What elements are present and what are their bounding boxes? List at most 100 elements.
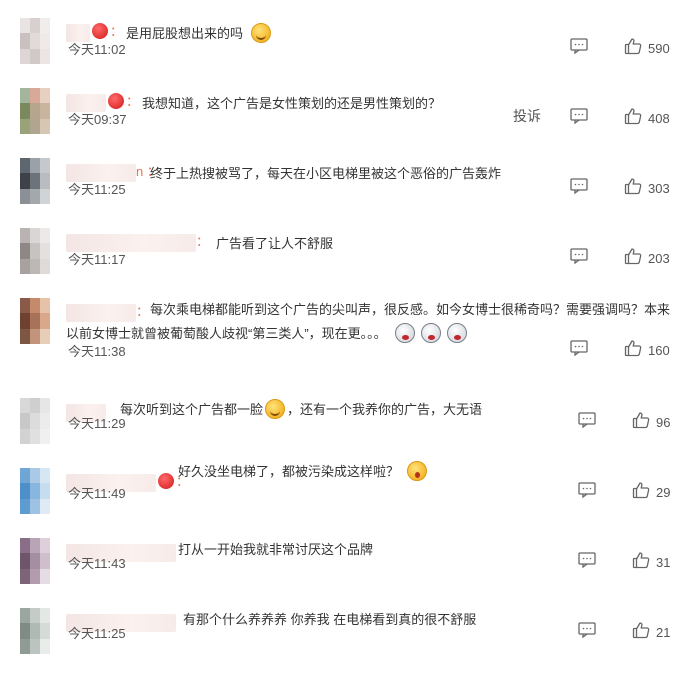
face-emoji-icon — [407, 461, 428, 481]
like-count: 590 — [648, 40, 670, 56]
thumbs-up-icon — [624, 107, 642, 130]
comment-text: 每次乘电梯都能听到这个广告的尖叫声，很反感。如今女博士很稀奇吗？需要强调吗？本来… — [66, 298, 686, 346]
username-blurred[interactable] — [66, 93, 106, 112]
comment-text-b: ，还有一个我养你的广告，大无语 — [287, 402, 483, 417]
avatar[interactable] — [20, 538, 50, 584]
comment-text-a: 我想知道，这个广告是女性策划的还是男性策划的？ — [142, 96, 442, 111]
comment-bubble-icon[interactable] — [578, 412, 596, 429]
avatar[interactable] — [20, 18, 50, 64]
comment-text: 打从一开始我就非常讨厌这个品牌 — [178, 538, 373, 562]
like-count: 160 — [648, 342, 670, 358]
comment-text: 好久没坐电梯了，都被污染成这样啦？ — [178, 460, 429, 484]
avatar[interactable] — [20, 158, 50, 204]
comment-bubble-icon[interactable] — [578, 482, 596, 499]
comment-bubble-icon[interactable] — [578, 622, 596, 639]
comment-list: ：是用屁股想出来的吗 今天11:02 590：我想知道，这个广告是女性策划的还是男性… — [0, 0, 700, 665]
comment-text-a: 每次听到这个广告都一脸 — [120, 402, 264, 417]
comment-time: 今天11:49 — [68, 486, 126, 501]
comment-text-a: 有那个什么养养养 你养我 在电梯看到真的很不舒服 — [183, 612, 477, 627]
like-count: 408 — [648, 110, 670, 126]
avatar[interactable] — [20, 228, 50, 274]
like-button[interactable]: 408 — [624, 107, 670, 130]
thumbs-up-icon — [624, 339, 642, 362]
comment-item: 每次听到这个广告都一脸 ，还有一个我养你的广告，大无语今天11:29 96 — [0, 398, 700, 468]
comment-text: 有那个什么养养养 你养我 在电梯看到真的很不舒服 — [183, 608, 476, 632]
like-button[interactable]: 203 — [624, 247, 670, 270]
avatar[interactable] — [20, 608, 50, 654]
face-emoji-icon — [265, 399, 286, 419]
comment-bubble-icon[interactable] — [570, 108, 588, 125]
thumbs-up-icon — [632, 411, 650, 434]
comment-text: 是用屁股想出来的吗 — [126, 22, 273, 46]
avatar[interactable] — [20, 398, 50, 444]
comment-time: 今天11:17 — [68, 252, 126, 267]
comment-item: 有那个什么养养养 你养我 在电梯看到真的很不舒服今天11:25 21 — [0, 608, 700, 678]
comment-time: 今天09:37 — [68, 112, 127, 127]
thumbs-up-icon — [632, 621, 650, 644]
username-blurred[interactable] — [66, 163, 136, 182]
comment-item: n ：终于上热搜被骂了，每天在小区电梯里被这个恶俗的广告轰炸 今天11:25 303 — [0, 158, 700, 228]
like-button[interactable]: 21 — [632, 621, 671, 644]
thumbs-up-icon — [624, 177, 642, 200]
heart-badge-icon — [92, 23, 108, 39]
face-emoji-icon — [394, 323, 415, 343]
like-count: 96 — [656, 414, 671, 430]
comment-item: ：好久没坐电梯了，都被污染成这样啦？ 今天11:49 29 — [0, 461, 700, 538]
face-emoji-icon — [420, 323, 441, 343]
like-count: 203 — [648, 250, 670, 266]
comment-bubble-icon[interactable] — [570, 340, 588, 357]
comment-time: 今天11:25 — [68, 626, 126, 641]
comment-text-a: 好久没坐电梯了，都被污染成这样啦？ — [178, 464, 400, 479]
username-separator: ： — [110, 24, 124, 39]
report-button[interactable]: 投诉 — [513, 106, 541, 126]
comment-time: 今天11:29 — [68, 416, 126, 431]
comment-bubble-icon[interactable] — [578, 552, 596, 569]
comment-time: 今天11:38 — [68, 344, 126, 359]
face-emoji-icon — [251, 23, 272, 43]
like-count: 303 — [648, 180, 670, 196]
like-count: 29 — [656, 484, 671, 500]
comment-text: 终于上热搜被骂了，每天在小区电梯里被这个恶俗的广告轰炸 — [150, 162, 501, 186]
like-button[interactable]: 96 — [632, 411, 671, 434]
heart-badge-icon — [158, 473, 174, 489]
thumbs-up-icon — [632, 551, 650, 574]
comment-text-a: 打从一开始我就非常讨厌这个品牌 — [178, 542, 374, 557]
thumbs-up-icon — [624, 247, 642, 270]
comment-item: ：是用屁股想出来的吗 今天11:02 590 — [0, 18, 700, 88]
username-blurred[interactable] — [66, 23, 90, 42]
comment-item: 打从一开始我就非常讨厌这个品牌今天11:43 31 — [0, 538, 700, 608]
comment-bubble-icon[interactable] — [570, 248, 588, 265]
comment-time: 今天11:43 — [68, 556, 126, 571]
avatar[interactable] — [20, 468, 50, 514]
like-count: 31 — [656, 554, 671, 570]
like-button[interactable]: 303 — [624, 177, 670, 200]
username-separator: ： — [196, 234, 210, 249]
comment-text-b: 以前女博士就曾被葡萄酸人歧视“第三类人”，现在更。。。 — [66, 326, 387, 341]
comment-item: ：每次乘电梯都能听到这个广告的尖叫声，很反感。如今女博士很稀奇吗？需要强调吗？本… — [0, 298, 700, 368]
avatar[interactable] — [20, 88, 50, 134]
username-blurred[interactable] — [66, 233, 196, 252]
like-count: 21 — [656, 624, 671, 640]
comment-text-a: 广告看了让人不舒服 — [216, 236, 334, 251]
avatar[interactable] — [20, 298, 50, 344]
like-button[interactable]: 29 — [632, 481, 671, 504]
like-button[interactable]: 160 — [624, 339, 670, 362]
comment-bubble-icon[interactable] — [570, 178, 588, 195]
comment-text: 广告看了让人不舒服 — [216, 232, 333, 256]
comment-time: 今天11:25 — [68, 182, 126, 197]
thumbs-up-icon — [624, 37, 642, 60]
comment-item: ：我想知道，这个广告是女性策划的还是男性策划的？ 今天09:37 投诉 408 — [0, 88, 700, 158]
face-emoji-icon — [446, 323, 467, 343]
comment-text: 每次听到这个广告都一脸 ，还有一个我养你的广告，大无语 — [120, 398, 482, 422]
comment-text-a: 终于上热搜被骂了，每天在小区电梯里被这个恶俗的广告轰炸 — [150, 166, 502, 181]
like-button[interactable]: 31 — [632, 551, 671, 574]
comment-time: 今天11:02 — [68, 42, 126, 57]
heart-badge-icon — [108, 93, 124, 109]
like-button[interactable]: 590 — [624, 37, 670, 60]
comment-text: 我想知道，这个广告是女性策划的还是男性策划的？ — [142, 92, 441, 116]
thumbs-up-icon — [632, 481, 650, 504]
username-separator: ： — [126, 94, 140, 109]
comment-bubble-icon[interactable] — [570, 38, 588, 55]
comment-text-a: 是用屁股想出来的吗 — [126, 26, 244, 41]
comment-item: ： 广告看了让人不舒服今天11:17 203 — [0, 228, 700, 298]
